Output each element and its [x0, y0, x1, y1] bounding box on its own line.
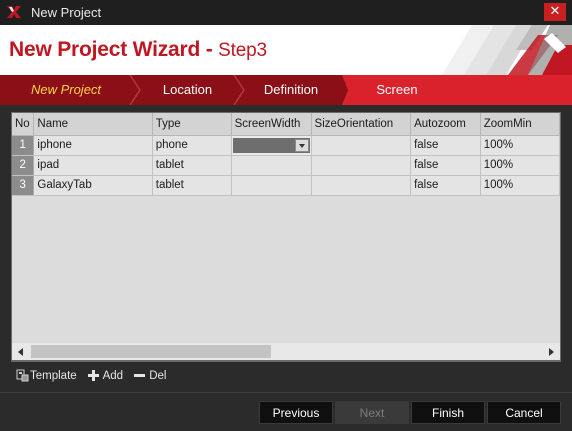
footer-divider [0, 392, 572, 393]
add-button[interactable]: Add [88, 368, 123, 384]
row-number: 2 [12, 155, 35, 176]
step-location-label: Location [162, 82, 213, 97]
column-header-autozoom[interactable]: Autozoom [410, 113, 481, 136]
header-decoration-graphic [442, 25, 572, 75]
close-icon: ✕ [549, 4, 561, 19]
row-number: 3 [12, 175, 35, 196]
screenwidth-dropdown[interactable] [232, 137, 310, 153]
cell-sizeorientation[interactable] [311, 155, 412, 176]
column-header-no[interactable]: No [12, 113, 35, 136]
plus-icon [88, 370, 99, 382]
cell-autozoom[interactable]: false [410, 155, 481, 176]
cell-autozoom[interactable]: false [410, 175, 481, 196]
cell-name[interactable]: GalaxyTab [33, 175, 153, 196]
scroll-right-icon[interactable] [549, 348, 554, 356]
next-button[interactable]: Next [335, 401, 409, 424]
add-label: Add [102, 370, 124, 382]
template-button[interactable]: Template [16, 368, 77, 384]
cell-type[interactable]: tablet [152, 175, 232, 196]
step-separator-icon [129, 75, 141, 105]
cell-sizeorientation[interactable] [311, 175, 412, 196]
cell-sizeorientation[interactable] [311, 135, 412, 156]
table-header-row: No Name Type ScreenWidth SizeOrientation… [12, 113, 560, 136]
template-label: Template [30, 370, 77, 382]
previous-button[interactable]: Previous [259, 401, 333, 424]
step-screen-label: Screen [376, 82, 418, 97]
scroll-left-icon[interactable] [18, 348, 23, 356]
step-definition[interactable]: Definition [243, 75, 339, 105]
wizard-steps: New Project Location Definition Screen [0, 75, 572, 105]
cell-zoommin[interactable]: 100% [480, 135, 560, 156]
cell-zoommin[interactable]: 100% [480, 175, 560, 196]
wizard-header: New Project Wizard - Step3 [0, 25, 572, 75]
column-header-name[interactable]: Name [33, 113, 153, 136]
cancel-button[interactable]: Cancel [487, 401, 561, 424]
app-logo-icon [7, 6, 21, 18]
row-number: 1 [12, 135, 35, 156]
cell-type[interactable]: phone [152, 135, 232, 156]
screen-table: No Name Type ScreenWidth SizeOrientation… [12, 113, 560, 196]
page-title: New Project Wizard - Step3 [9, 38, 267, 62]
dropdown-arrow-icon[interactable] [294, 138, 309, 152]
cell-screenwidth[interactable] [231, 135, 312, 156]
close-button[interactable]: ✕ [544, 3, 566, 21]
step-new-project-label: New Project [30, 82, 102, 97]
screen-grid: No Name Type ScreenWidth SizeOrientation… [11, 112, 561, 362]
finish-button[interactable]: Finish [411, 401, 485, 424]
column-header-sizeorientation[interactable]: SizeOrientation [311, 113, 412, 136]
cell-screenwidth[interactable] [231, 175, 312, 196]
delete-button[interactable]: Del [134, 368, 166, 384]
table-row[interactable]: 3 GalaxyTab tablet false 100% [12, 175, 560, 196]
cell-screenwidth[interactable] [231, 155, 312, 176]
window-title: New Project [31, 5, 102, 20]
cell-type[interactable]: tablet [152, 155, 232, 176]
step-separator-icon [233, 75, 245, 105]
table-row[interactable]: 1 iphone phone false 100% [12, 135, 560, 156]
del-label: Del [149, 370, 167, 382]
wizard-step-label: Step3 [218, 40, 267, 61]
minus-icon [134, 374, 145, 378]
wizard-title: New Project Wizard - [9, 38, 219, 61]
cell-autozoom[interactable]: false [410, 135, 481, 156]
step-separator-icon [334, 75, 348, 105]
column-header-screenwidth[interactable]: ScreenWidth [231, 113, 312, 136]
template-icon [16, 369, 29, 382]
cell-zoommin[interactable]: 100% [480, 155, 560, 176]
column-header-type[interactable]: Type [152, 113, 232, 136]
table-row[interactable]: 2 ipad tablet false 100% [12, 155, 560, 176]
scrollbar-thumb[interactable] [31, 345, 271, 358]
step-screen[interactable]: Screen [352, 75, 442, 105]
horizontal-scrollbar[interactable] [11, 343, 561, 361]
column-header-zoommin[interactable]: ZoomMin [480, 113, 560, 136]
cell-name[interactable]: ipad [33, 155, 153, 176]
step-location[interactable]: Location [140, 75, 235, 105]
cell-name[interactable]: iphone [33, 135, 153, 156]
step-new-project[interactable]: New Project [0, 75, 132, 105]
step-definition-label: Definition [263, 82, 319, 97]
title-bar: New Project ✕ [0, 0, 572, 25]
